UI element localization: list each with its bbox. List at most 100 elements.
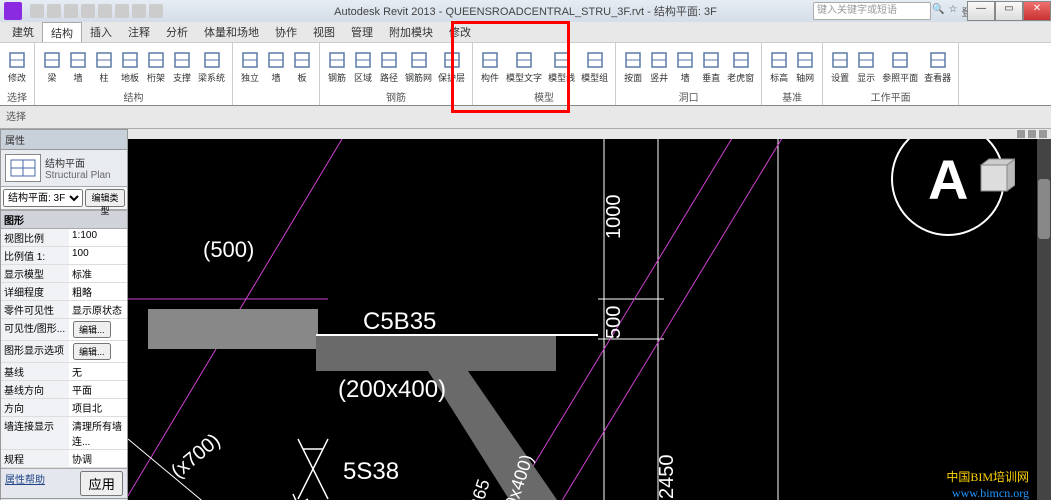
ribbon-路径[interactable]: 路径 [378, 48, 400, 86]
ribbon-钢筋网[interactable]: 钢筋网 [404, 48, 433, 86]
ribbon-轴网[interactable]: 轴网 [794, 48, 816, 86]
close-button[interactable]: ✕ [1023, 1, 1051, 21]
tab-附加模块[interactable]: 附加模块 [381, 22, 441, 42]
ribbon-支撑[interactable]: 支撑 [171, 48, 193, 86]
ribbon-模型组[interactable]: 模型组 [580, 48, 609, 86]
tab-注释[interactable]: 注释 [120, 22, 158, 42]
prop-row[interactable]: 规程协调 [1, 450, 127, 468]
edit-type-button[interactable]: 编辑类型 [85, 189, 125, 207]
view-area[interactable]: A [128, 129, 1051, 500]
prop-row[interactable]: 视图比例1:100 [1, 229, 127, 247]
ribbon-柱[interactable]: 柱 [93, 48, 115, 86]
search-input[interactable]: 键入关键字或短语 [813, 2, 931, 20]
tab-结构[interactable]: 结构 [42, 22, 82, 43]
ribbon-tabs[interactable]: 建筑结构插入注释分析体量和场地协作视图管理附加模块修改 [0, 22, 1051, 42]
type-preview: 结构平面 Structural Plan [1, 150, 127, 187]
tab-体量和场地[interactable]: 体量和场地 [196, 22, 267, 42]
view-cube[interactable] [973, 157, 1015, 199]
tab-修改[interactable]: 修改 [441, 22, 479, 42]
title-bar: Autodesk Revit 2013 - QUEENSROADCENTRAL_… [0, 0, 1051, 22]
ribbon-桁架[interactable]: 桁架 [145, 48, 167, 86]
ribbon-保护层[interactable]: 保护层 [437, 48, 466, 86]
maximize-button[interactable]: ▭ [995, 1, 1023, 21]
ribbon-查看器[interactable]: 查看器 [923, 48, 952, 86]
prop-row[interactable]: 图形显示选项编辑... [1, 341, 127, 363]
ribbon-墙[interactable]: 墙 [265, 48, 287, 86]
type-sub: Structural Plan [45, 170, 111, 181]
tab-视图[interactable]: 视图 [305, 22, 343, 42]
ribbon-group-模型: 构件模型文字模型线模型组模型 [473, 43, 616, 105]
prop-row[interactable]: 显示模型标准 [1, 265, 127, 283]
prop-row[interactable]: 墙连接显示清理所有墙连... [1, 417, 127, 450]
prop-row[interactable]: 基线无 [1, 363, 127, 381]
ribbon-老虎窗[interactable]: 老虎窗 [726, 48, 755, 86]
ribbon-板[interactable]: 板 [291, 48, 313, 86]
properties-help-link[interactable]: 属性帮助 [5, 471, 45, 496]
ribbon-垂直[interactable]: 垂直 [700, 48, 722, 86]
tab-分析[interactable]: 分析 [158, 22, 196, 42]
app-logo [4, 2, 22, 20]
prop-row[interactable]: 零件可见性显示原状态 [1, 301, 127, 319]
ribbon-group-基准: 标高轴网基准 [762, 43, 823, 105]
drawing-canvas[interactable]: A [128, 139, 1037, 500]
ribbon-group-钢筋: 钢筋区域路径钢筋网保护层钢筋 [320, 43, 473, 105]
type-name: 结构平面 [45, 155, 111, 170]
select-mode-label: 选择 [0, 106, 1051, 129]
svg-text:(500): (500) [203, 237, 254, 262]
tab-建筑[interactable]: 建筑 [4, 22, 42, 42]
type-thumb-icon [5, 154, 41, 182]
ribbon-地板[interactable]: 地板 [119, 48, 141, 86]
svg-text:5S38: 5S38 [343, 458, 399, 485]
ribbon-钢筋[interactable]: 钢筋 [326, 48, 348, 86]
ribbon-group-工作平面: 设置显示参照平面查看器工作平面 [823, 43, 959, 105]
properties-header: 属性 [1, 130, 127, 150]
side-panel: 属性 结构平面 Structural Plan 结构平面: 3F 编辑类型 图形… [0, 129, 128, 500]
svg-text:C5B65: C5B65 [458, 477, 494, 500]
ribbon-group-结构: 梁墙柱地板桁架支撑梁系统结构 [35, 43, 233, 105]
minimize-button[interactable]: — [967, 1, 995, 21]
ribbon-group-选择: 修改选择 [0, 43, 35, 105]
prop-row[interactable]: 比例值 1:100 [1, 247, 127, 265]
property-grid[interactable]: 图形视图比例1:100比例值 1:100显示模型标准详细程度粗略零件可见性显示原… [1, 210, 127, 468]
ribbon-group-洞口: 按面竖井墙垂直老虎窗洞口 [616, 43, 762, 105]
watermark: 中国BIM培训网 www.bimcn.org [946, 469, 1029, 500]
ribbon: 修改选择梁墙柱地板桁架支撑梁系统结构独立墙板钢筋区域路径钢筋网保护层钢筋构件模型… [0, 42, 1051, 106]
ribbon-构件[interactable]: 构件 [479, 48, 501, 86]
ribbon-标高[interactable]: 标高 [768, 48, 790, 86]
ribbon-墙[interactable]: 墙 [67, 48, 89, 86]
prop-row[interactable]: 可见性/图形...编辑... [1, 319, 127, 341]
ribbon-模型文字[interactable]: 模型文字 [505, 48, 543, 86]
ribbon-梁[interactable]: 梁 [41, 48, 63, 86]
properties-palette: 属性 结构平面 Structural Plan 结构平面: 3F 编辑类型 图形… [0, 129, 128, 499]
prop-row[interactable]: 方向项目北 [1, 399, 127, 417]
ribbon-显示[interactable]: 显示 [855, 48, 877, 86]
ribbon-墙[interactable]: 墙 [674, 48, 696, 86]
ribbon-模型线[interactable]: 模型线 [547, 48, 576, 86]
prop-row[interactable]: 基线方向平面 [1, 381, 127, 399]
type-selector[interactable]: 结构平面: 3F [3, 189, 83, 207]
ribbon-group-: 独立墙板 [233, 43, 320, 105]
svg-text:C5B35: C5B35 [363, 308, 436, 335]
svg-text:500: 500 [603, 306, 625, 339]
ribbon-参照平面[interactable]: 参照平面 [881, 48, 919, 86]
tab-协作[interactable]: 协作 [267, 22, 305, 42]
svg-text:1000: 1000 [603, 195, 625, 240]
window-title: Autodesk Revit 2013 - QUEENSROADCENTRAL_… [334, 3, 717, 19]
svg-text:(200x400): (200x400) [338, 376, 446, 403]
ribbon-按面[interactable]: 按面 [622, 48, 644, 86]
apply-button[interactable]: 应用 [80, 471, 123, 496]
ribbon-设置[interactable]: 设置 [829, 48, 851, 86]
svg-text:A: A [928, 148, 968, 211]
svg-text:2450: 2450 [656, 455, 678, 500]
ribbon-修改[interactable]: 修改 [6, 48, 28, 86]
tab-管理[interactable]: 管理 [343, 22, 381, 42]
quick-access-toolbar[interactable] [30, 4, 163, 18]
tab-插入[interactable]: 插入 [82, 22, 120, 42]
ribbon-竖井[interactable]: 竖井 [648, 48, 670, 86]
ribbon-区域[interactable]: 区域 [352, 48, 374, 86]
ribbon-梁系统[interactable]: 梁系统 [197, 48, 226, 86]
window-controls[interactable]: — ▭ ✕ [967, 1, 1051, 21]
vertical-scrollbar[interactable] [1037, 139, 1051, 500]
ribbon-独立[interactable]: 独立 [239, 48, 261, 86]
prop-row[interactable]: 详细程度粗略 [1, 283, 127, 301]
